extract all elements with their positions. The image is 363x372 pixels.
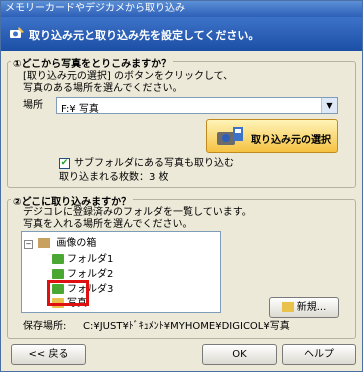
- banner-message: 取り込み元と取り込み先を設定してください。: [29, 29, 260, 42]
- folder-icon: [52, 269, 64, 279]
- photo-box-icon: [38, 238, 51, 248]
- location-label: 場所: [23, 100, 43, 111]
- location-select[interactable]: F:¥ 写真 ▼: [56, 97, 338, 115]
- back-button[interactable]: << 戻る: [11, 344, 86, 365]
- save-location-label: 保存場所:: [23, 321, 67, 332]
- select-source-button[interactable]: 取り込み元の選択: [206, 119, 338, 153]
- tree-item-folder2[interactable]: フォルダ2: [52, 265, 113, 280]
- save-location-value: C:¥JUST¥ﾄﾞｷｭﾒﾝﾄ¥MYHOME¥DIGICOL¥写真: [83, 321, 290, 332]
- selection-highlight: [47, 280, 89, 306]
- camera-card-icon: [217, 127, 243, 145]
- subfolder-checkbox[interactable]: ✔: [59, 158, 70, 169]
- dest-description-1: デジコレに登録済みのフォルダを一覧しています。: [23, 207, 252, 218]
- import-dialog: メモリーカードやデジカメから取り込み 取り込み元と取り込み先を設定してください。…: [0, 0, 363, 372]
- folder-icon: [52, 254, 64, 264]
- new-folder-label: 新規...: [296, 302, 327, 313]
- chevron-down-icon[interactable]: ▼: [321, 98, 337, 113]
- location-value: F:¥ 写真: [61, 104, 99, 115]
- source-section-title: ①どこから写真をとりこみますか？: [11, 55, 174, 70]
- new-folder-icon: [281, 302, 294, 312]
- tree-root-label: 画像の箱: [56, 238, 97, 249]
- select-source-label: 取り込み元の選択: [251, 135, 331, 146]
- tree-item-folder1[interactable]: フォルダ1: [52, 250, 113, 265]
- ok-button[interactable]: OK: [202, 344, 277, 365]
- collapse-icon[interactable]: −: [24, 240, 33, 249]
- tree-item-label: フォルダ1: [67, 254, 114, 265]
- subfolder-checkbox-label: サブフォルダにある写真も取り込む: [74, 158, 234, 169]
- camera-pencil-icon: [10, 27, 24, 38]
- help-button[interactable]: ヘルプ: [282, 344, 356, 365]
- source-description-1: [取り込み元の選択] のボタンをクリックして、: [23, 71, 234, 82]
- instruction-banner: 取り込み元と取り込み先を設定してください。: [1, 17, 362, 51]
- import-count: 取り込まれる枚数：3 枚: [59, 172, 169, 183]
- dest-description-2: 写真を入れる場所を選んでください。: [23, 219, 193, 230]
- tree-item-label: フォルダ2: [67, 269, 114, 280]
- dest-section-title: ②どこに取り込みますか？: [11, 193, 134, 208]
- source-description-2: 写真のある場所を選んでください。: [23, 83, 183, 94]
- tree-root[interactable]: − 画像の箱: [24, 234, 96, 249]
- new-folder-button[interactable]: 新規...: [269, 297, 339, 318]
- title-bar: メモリーカードやデジカメから取り込み: [1, 1, 362, 17]
